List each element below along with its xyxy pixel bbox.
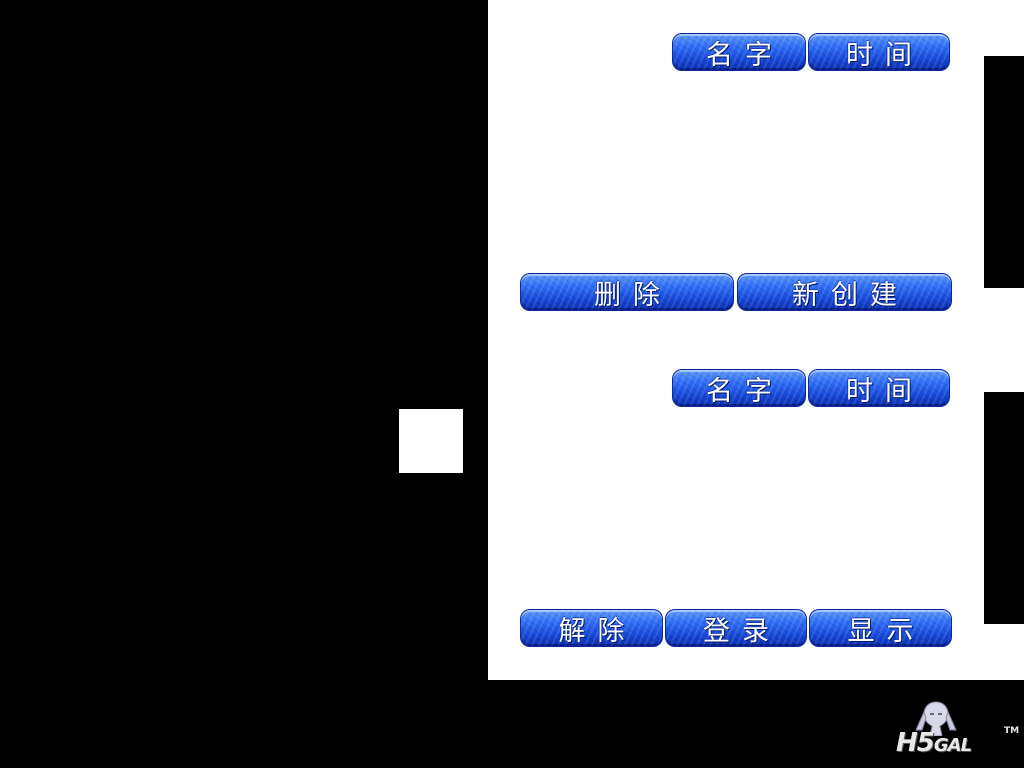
register-button[interactable]: 登录 xyxy=(665,609,807,647)
top-list-scrollbar[interactable] xyxy=(984,56,1024,288)
preview-box xyxy=(399,409,463,473)
file-list-panel xyxy=(488,0,1024,680)
delete-button[interactable]: 删除 xyxy=(520,273,734,311)
create-new-button[interactable]: 新创建 xyxy=(737,273,952,311)
bottom-sort-by-name-button[interactable]: 名字 xyxy=(672,369,806,407)
show-button[interactable]: 显示 xyxy=(809,609,952,647)
h5gal-logo: H5GAL TM xyxy=(896,700,1020,762)
bottom-list-scrollbar[interactable] xyxy=(984,392,1024,624)
logo-brand-text: H5GAL xyxy=(896,728,972,758)
remove-button[interactable]: 解除 xyxy=(520,609,663,647)
bottom-sort-by-time-button[interactable]: 时间 xyxy=(808,369,950,407)
top-sort-by-name-button[interactable]: 名字 xyxy=(672,33,806,71)
trademark-mark: TM xyxy=(1004,726,1020,736)
top-sort-by-time-button[interactable]: 时间 xyxy=(808,33,950,71)
